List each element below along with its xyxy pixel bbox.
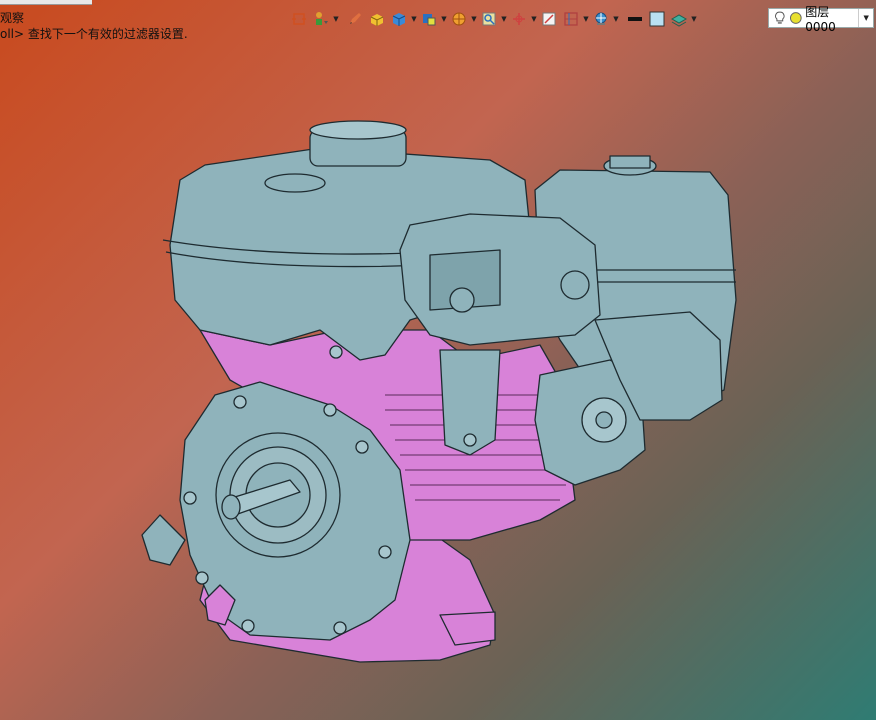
layout-dropdown-icon[interactable]: ▼ [582,9,590,29]
render-icon[interactable] [418,9,440,29]
view-mode-label: 观察 [0,11,25,25]
fill-color-icon[interactable] [646,9,668,29]
layer-stack-dropdown-icon[interactable]: ▼ [690,9,698,29]
globe-dropdown-icon[interactable]: ▼ [612,9,620,29]
solid-box-icon[interactable] [366,9,388,29]
layer-color-dot-icon [789,12,802,24]
render-dropdown-icon[interactable]: ▼ [440,9,448,29]
layout-icon[interactable] [560,9,582,29]
line-color-icon[interactable] [624,9,646,29]
axis-icon[interactable] [508,9,530,29]
filter-dropdown-icon[interactable]: ▼ [332,9,340,29]
cube-dropdown-icon[interactable]: ▼ [410,9,418,29]
view-toolbar: ▼ ▼ ▼ ▼ ▼ ▼ ▼ ▼ ▼ [288,8,698,30]
command-prompt: oll> 查找下一个有效的过滤器设置. [0,27,188,41]
title-strip [0,0,92,5]
filter-person-icon[interactable] [310,9,332,29]
layer-select[interactable]: 图层0000 ▼ [768,5,874,34]
lightbulb-icon [775,11,785,24]
zoom-dropdown-icon[interactable]: ▼ [500,9,508,29]
layer-stack-icon[interactable] [668,9,690,29]
axis-dropdown-icon[interactable]: ▼ [530,9,538,29]
frame-icon[interactable] [288,9,310,29]
pencil-icon[interactable] [344,9,366,29]
sphere-icon[interactable] [448,9,470,29]
globe-icon[interactable] [590,9,612,29]
layer-dropdown-icon[interactable]: ▼ [858,9,873,27]
view-icon[interactable] [538,9,560,29]
engine-model [141,120,737,663]
sphere-dropdown-icon[interactable]: ▼ [470,9,478,29]
cube-icon[interactable] [388,9,410,29]
3d-viewport[interactable]: 观察 oll> 查找下一个有效的过滤器设置. ▼ ▼ ▼ ▼ ▼ ▼ ▼ ▼ ▼ [0,0,876,720]
layer-label: 图层0000 [805,4,836,34]
zoom-icon[interactable] [478,9,500,29]
